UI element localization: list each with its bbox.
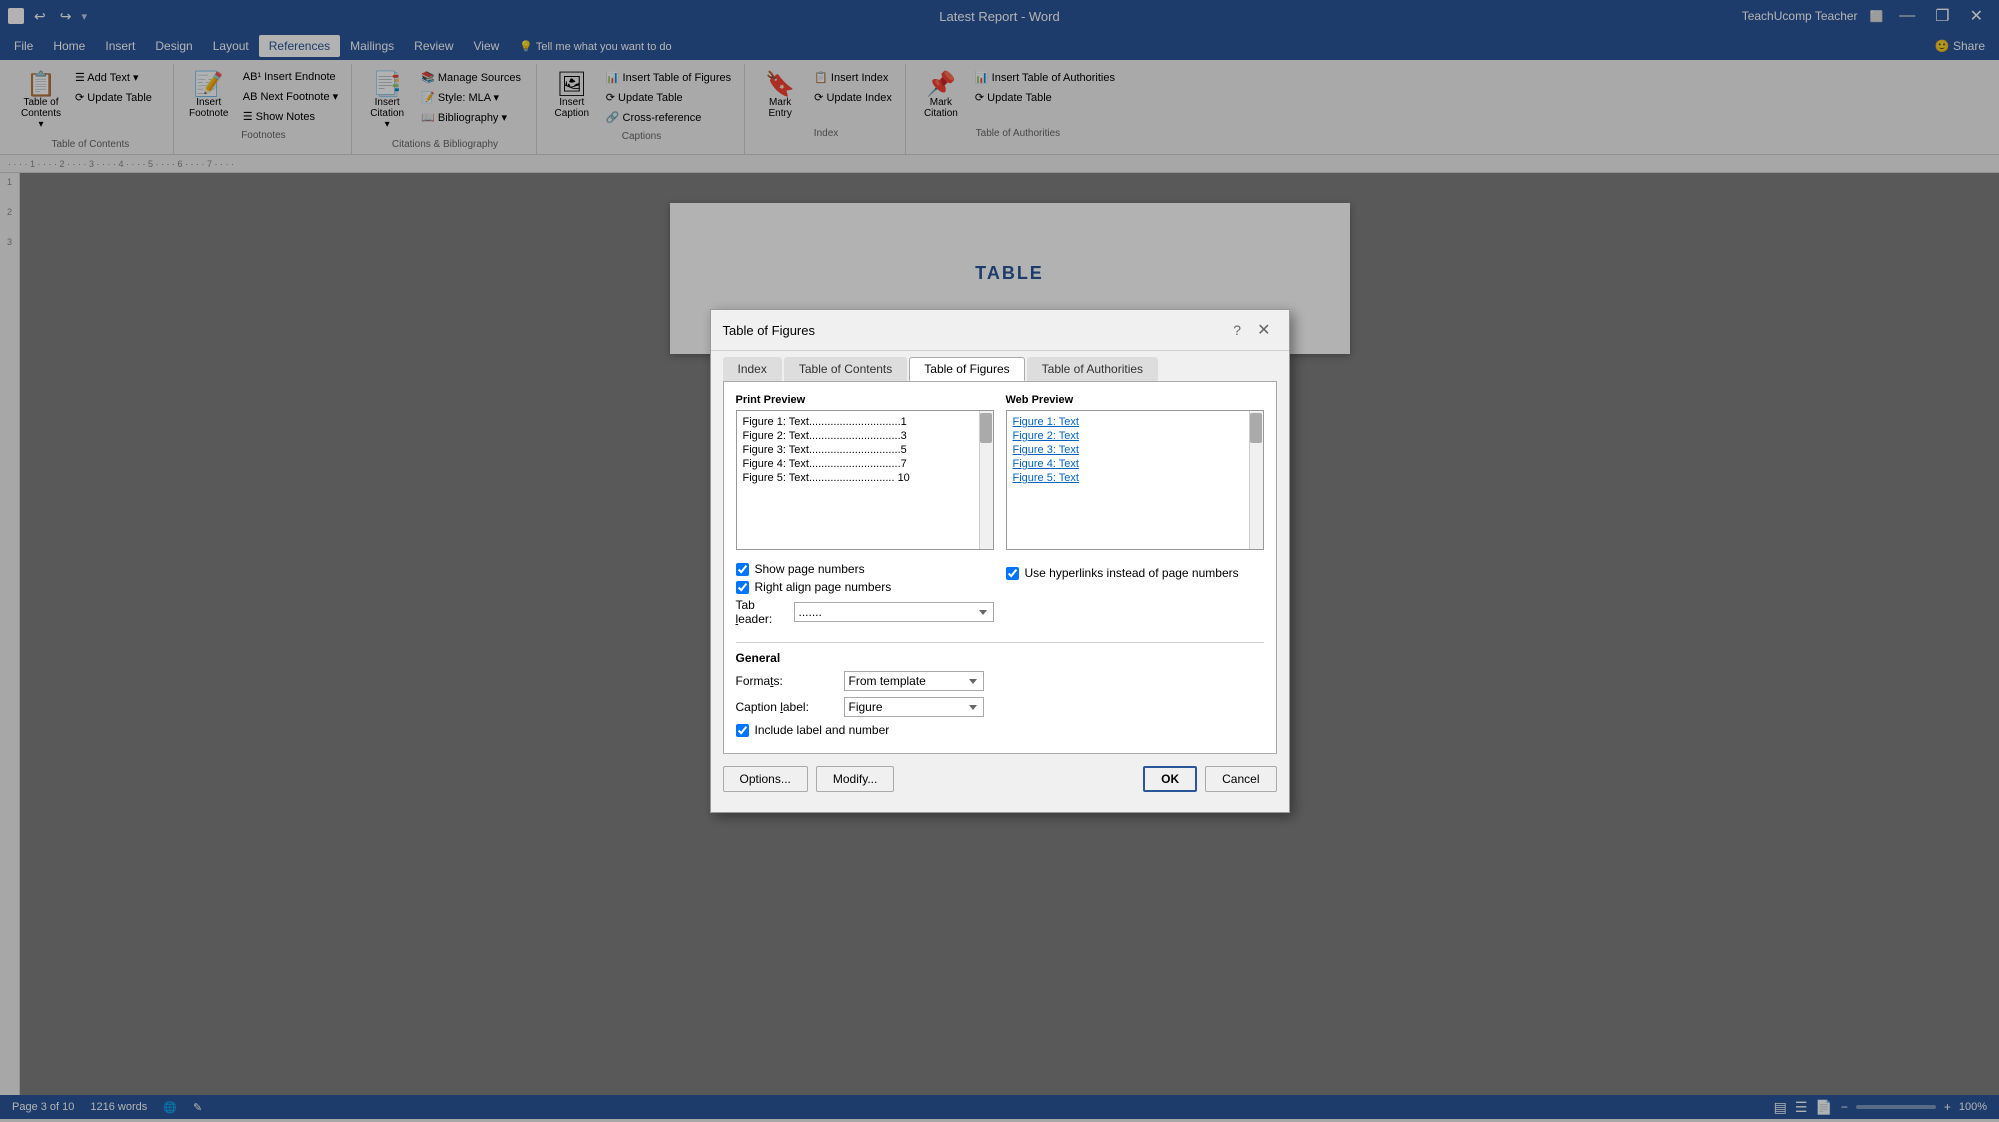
action-row: Options... Modify... OK Cancel xyxy=(723,766,1277,792)
general-section: General Formats: From template Classic D… xyxy=(736,651,1264,737)
web-preview-box: Figure 1: Text Figure 2: Text Figure 3: … xyxy=(1006,410,1264,550)
include-label-label: Include label and number xyxy=(755,723,890,737)
show-page-numbers-row: Show page numbers xyxy=(736,562,994,576)
use-hyperlinks-row: Use hyperlinks instead of page numbers xyxy=(1006,566,1264,580)
web-link-3[interactable]: Figure 3: Text xyxy=(1011,443,1243,457)
print-line-3: Figure 3: Text..........................… xyxy=(741,443,973,457)
general-label: General xyxy=(736,651,1264,665)
formats-select-wrapper: From template Classic Distinctive Center… xyxy=(844,671,984,691)
ok-button[interactable]: OK xyxy=(1143,766,1197,792)
tab-index[interactable]: Index xyxy=(723,357,782,381)
modal-footer: Options... Modify... OK Cancel xyxy=(711,766,1289,812)
divider-1 xyxy=(736,642,1264,643)
print-preview-box: Figure 1: Text..........................… xyxy=(736,410,994,550)
web-link-4[interactable]: Figure 4: Text xyxy=(1011,457,1243,471)
tab-leader-select[interactable]: ....... ------- _______ (none) xyxy=(794,602,994,622)
web-link-1[interactable]: Figure 1: Text xyxy=(1011,415,1243,429)
include-label-checkbox[interactable] xyxy=(736,724,749,737)
show-page-numbers-label: Show page numbers xyxy=(755,562,865,576)
print-scrollbar-thumb xyxy=(980,413,992,443)
web-scrollbar-thumb xyxy=(1250,413,1262,443)
print-preview-content: Figure 1: Text..........................… xyxy=(741,415,989,485)
formats-label: Formats: xyxy=(736,674,836,688)
tab-leader-row: Tab leader: ....... ------- _______ (non… xyxy=(736,598,994,626)
options-button[interactable]: Options... xyxy=(723,766,808,792)
caption-label-select[interactable]: Figure Table Equation xyxy=(844,697,984,717)
cancel-button[interactable]: Cancel xyxy=(1205,766,1276,792)
modal-title-buttons: ? ✕ xyxy=(1227,318,1276,342)
print-options: Show page numbers Right align page numbe… xyxy=(736,562,994,634)
tab-toa[interactable]: Table of Authorities xyxy=(1027,357,1158,381)
tab-tof[interactable]: Table of Figures xyxy=(909,357,1024,381)
web-preview-content: Figure 1: Text Figure 2: Text Figure 3: … xyxy=(1011,415,1259,485)
modal-title-bar: Table of Figures ? ✕ xyxy=(711,310,1289,351)
print-preview-section: Print Preview Figure 1: Text............… xyxy=(736,394,994,550)
show-page-numbers-checkbox[interactable] xyxy=(736,563,749,576)
right-align-checkbox[interactable] xyxy=(736,581,749,594)
right-align-row: Right align page numbers xyxy=(736,580,994,594)
print-line-5: Figure 5: Text..........................… xyxy=(741,471,973,485)
use-hyperlinks-checkbox[interactable] xyxy=(1006,567,1019,580)
use-hyperlinks-label: Use hyperlinks instead of page numbers xyxy=(1025,566,1239,580)
modal-overlay: Table of Figures ? ✕ Index Table of Cont… xyxy=(0,0,1999,1122)
tab-toc[interactable]: Table of Contents xyxy=(784,357,907,381)
action-buttons-right: OK Cancel xyxy=(1143,766,1276,792)
modal-body: Print Preview Figure 1: Text............… xyxy=(723,381,1277,754)
print-line-4: Figure 4: Text..........................… xyxy=(741,457,973,471)
web-options: Use hyperlinks instead of page numbers xyxy=(1006,562,1264,634)
web-link-5[interactable]: Figure 5: Text xyxy=(1011,471,1243,485)
preview-row: Print Preview Figure 1: Text............… xyxy=(736,394,1264,550)
caption-label-select-wrapper: Figure Table Equation xyxy=(844,697,984,717)
modify-button[interactable]: Modify... xyxy=(816,766,894,792)
print-preview-label: Print Preview xyxy=(736,394,994,406)
formats-row: Formats: From template Classic Distincti… xyxy=(736,671,1264,691)
dialog-help-button[interactable]: ? xyxy=(1227,318,1247,342)
print-preview-scrollbar[interactable] xyxy=(979,411,993,549)
print-line-2: Figure 2: Text..........................… xyxy=(741,429,973,443)
web-preview-scrollbar[interactable] xyxy=(1249,411,1263,549)
include-label-row: Include label and number xyxy=(736,723,1264,737)
caption-label-label: Caption label: xyxy=(736,700,836,714)
tab-leader-wrapper: ....... ------- _______ (none) xyxy=(794,602,994,622)
modal-title: Table of Figures xyxy=(723,323,816,338)
caption-label-row: Caption label: Figure Table Equation xyxy=(736,697,1264,717)
formats-select[interactable]: From template Classic Distinctive Center… xyxy=(844,671,984,691)
action-buttons-left: Options... Modify... xyxy=(723,766,895,792)
web-preview-label: Web Preview xyxy=(1006,394,1264,406)
dialog-close-button[interactable]: ✕ xyxy=(1251,318,1276,342)
dialog-tab-bar: Index Table of Contents Table of Figures… xyxy=(711,351,1289,381)
print-line-1: Figure 1: Text..........................… xyxy=(741,415,973,429)
right-align-label: Right align page numbers xyxy=(755,580,892,594)
web-preview-section: Web Preview Figure 1: Text Figure 2: Tex… xyxy=(1006,394,1264,550)
web-link-2[interactable]: Figure 2: Text xyxy=(1011,429,1243,443)
table-of-figures-dialog: Table of Figures ? ✕ Index Table of Cont… xyxy=(710,309,1290,813)
options-row: Show page numbers Right align page numbe… xyxy=(736,562,1264,634)
tab-leader-label: Tab leader: xyxy=(736,598,786,626)
